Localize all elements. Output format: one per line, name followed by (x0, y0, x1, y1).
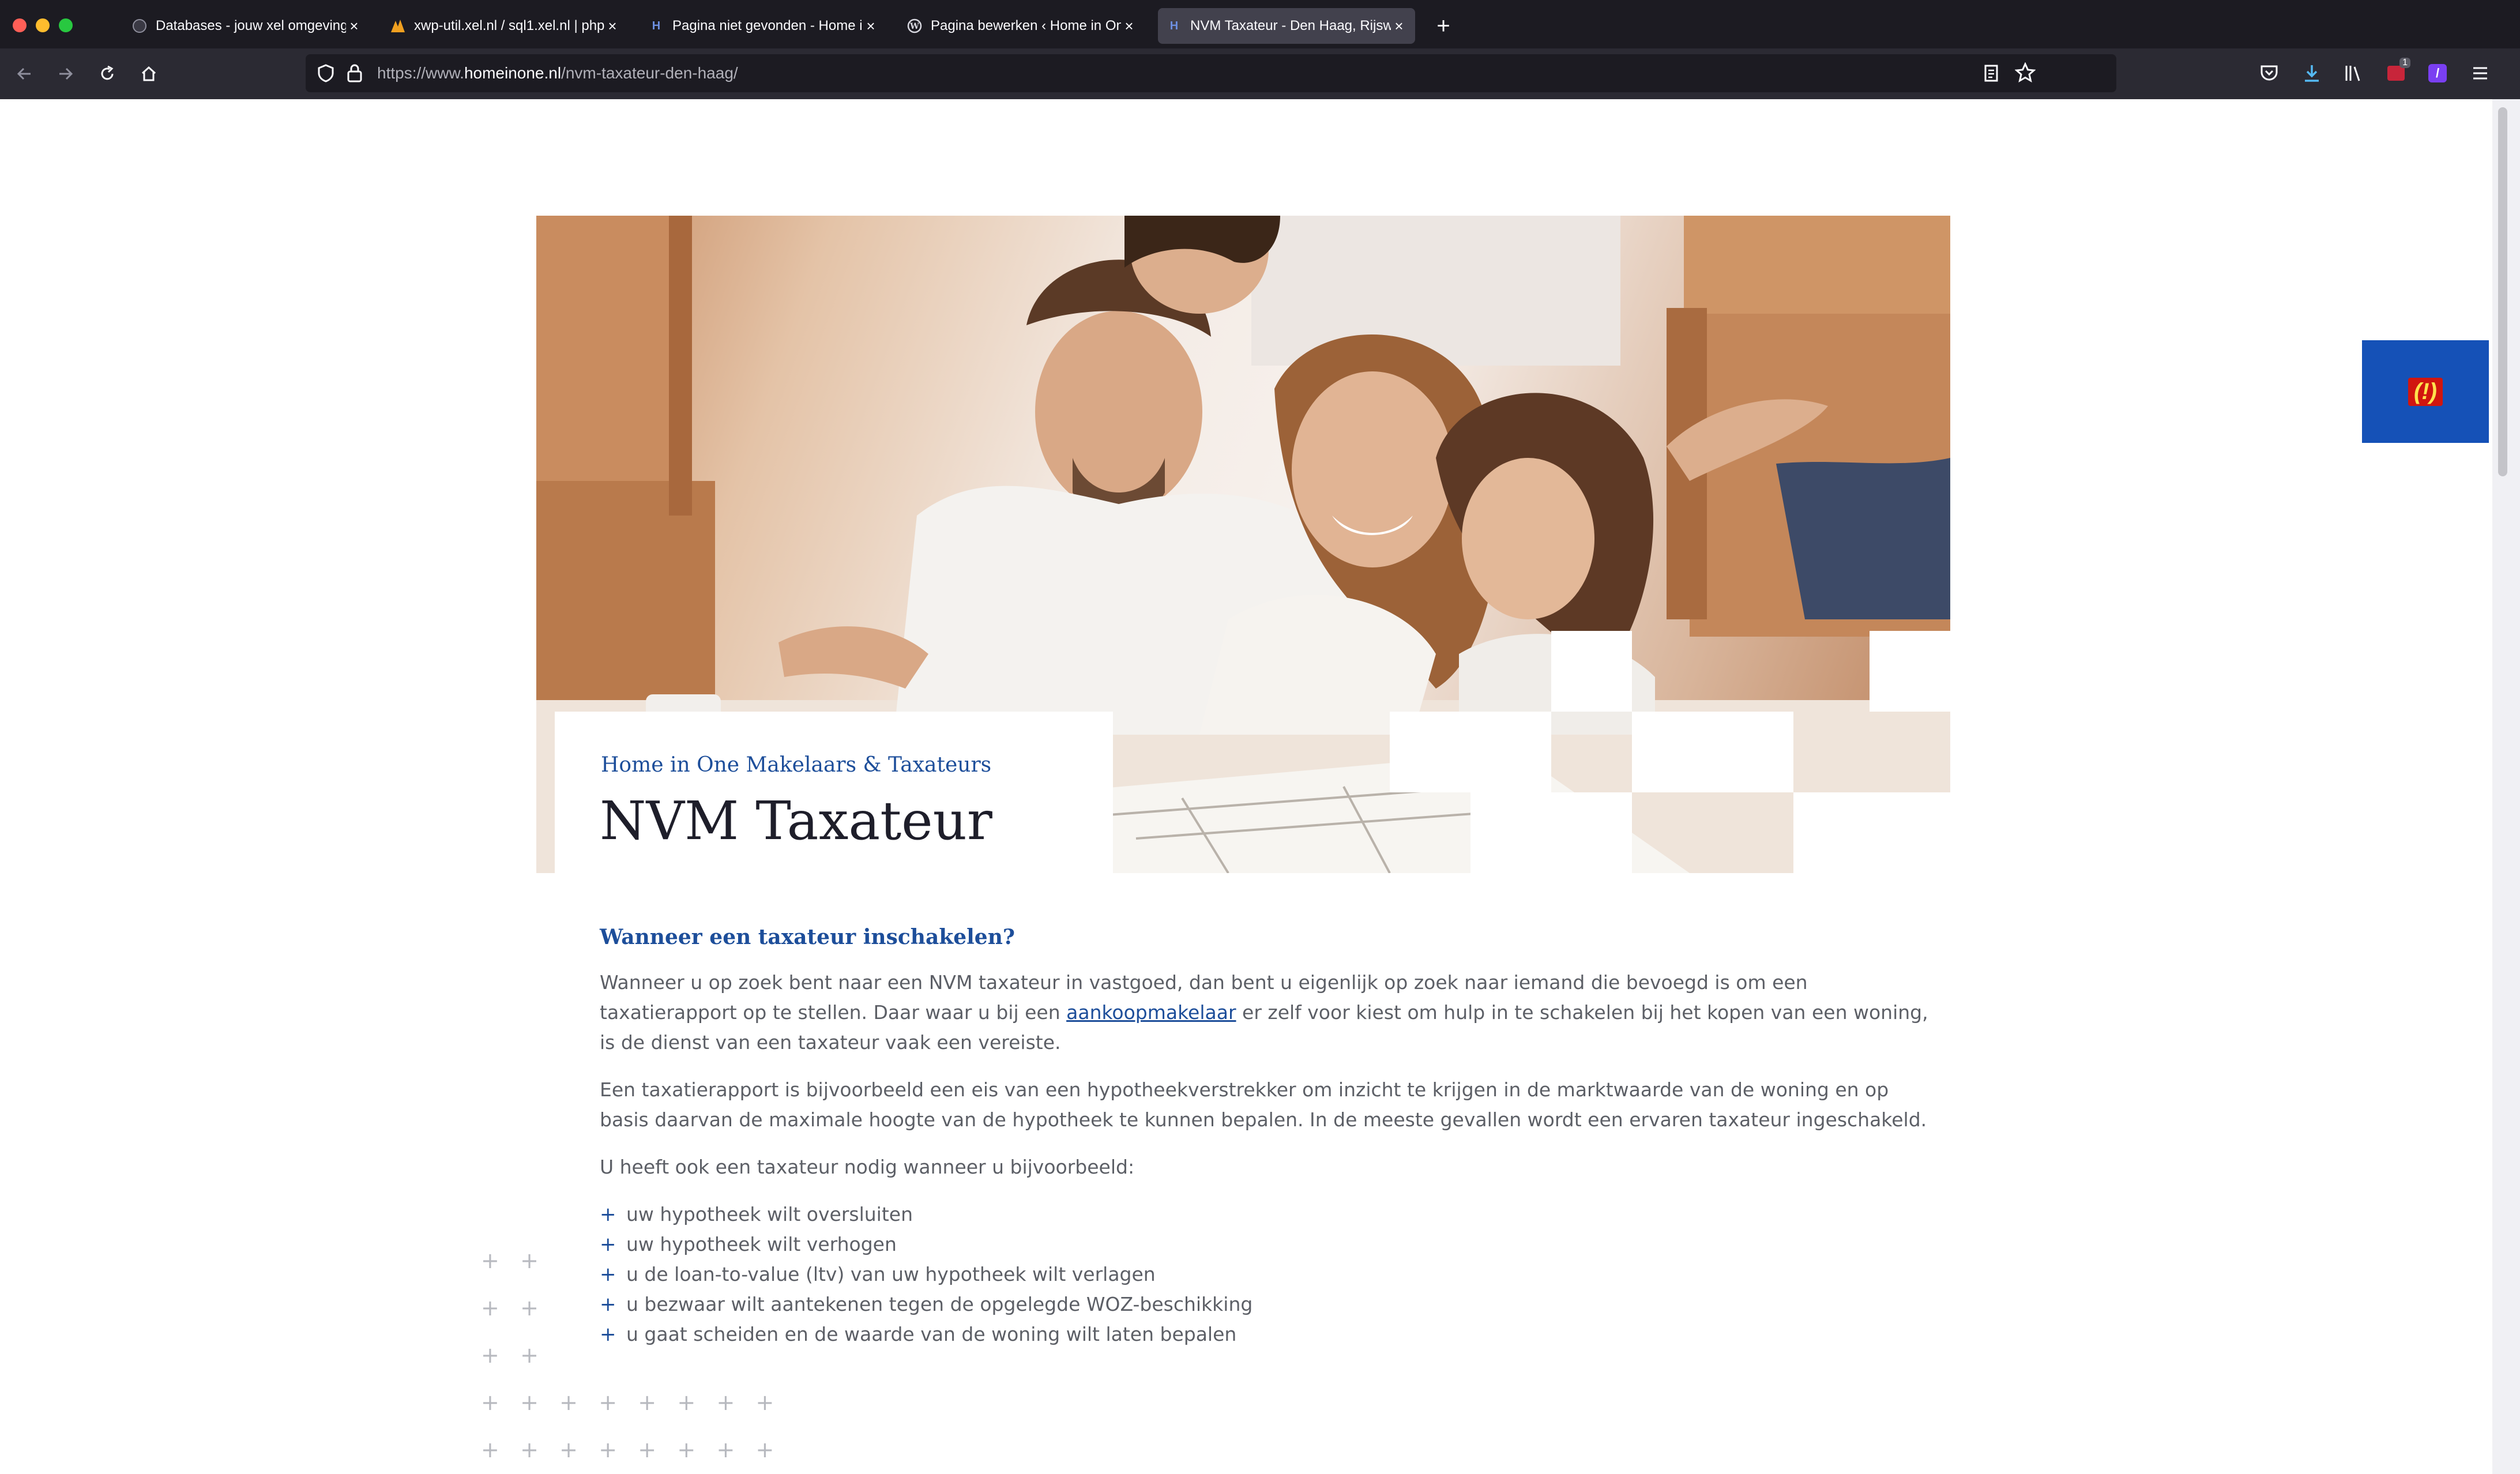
tab-title: NVM Taxateur - Den Haag, Rijsw (1190, 18, 1391, 33)
back-button[interactable] (9, 59, 39, 89)
extension-icon[interactable]: 1 (2382, 58, 2410, 88)
reader-view-icon[interactable] (1983, 63, 2000, 86)
wordpress-icon: W (907, 18, 923, 34)
tab-wordpress-edit[interactable]: W Pagina bewerken ‹ Home in One × (898, 8, 1145, 44)
plus-bullet-icon: + (600, 1323, 616, 1346)
downloads-icon[interactable] (2297, 59, 2326, 88)
svg-text:W: W (909, 22, 919, 31)
taxatierapport-paragraph: Een taxatierapport is bijvoorbeeld een e… (600, 1078, 1927, 1131)
tab-page-not-found[interactable]: H Pagina niet gevonden - Home in On × (640, 8, 887, 44)
tab-close-icon[interactable]: × (1391, 17, 1407, 35)
tab-title: Pagina niet gevonden - Home in On (672, 18, 863, 33)
reload-button[interactable] (92, 59, 122, 89)
plus-bullet-icon: + (600, 1233, 616, 1256)
list-item: + u bezwaar wilt aantekenen tegen de opge… (600, 1289, 1938, 1319)
list-intro-paragraph: U heeft ook een taxateur nodig wanneer u… (600, 1156, 1135, 1178)
tab-nvm-taxateur[interactable]: H NVM Taxateur - Den Haag, Rijsw × (1158, 8, 1415, 44)
tab-databases[interactable]: Databases - jouw xel omgeving × (123, 8, 370, 44)
tab-title: Databases - jouw xel omgeving (156, 18, 346, 33)
plus-bullet-icon: + (600, 1293, 616, 1316)
library-icon[interactable] (2339, 59, 2368, 88)
home-icon (141, 66, 156, 81)
menu-icon[interactable] (2466, 59, 2495, 88)
hero-subtitle: Home in One Makelaars & Taxateurs (601, 753, 992, 777)
tab-close-icon[interactable]: × (1121, 17, 1137, 35)
lock-icon[interactable] (346, 63, 363, 86)
extension-badge: 1 (2399, 58, 2410, 68)
reload-icon (101, 65, 114, 80)
plus-bullet-icon: + (600, 1263, 616, 1286)
shield-icon[interactable] (316, 63, 336, 86)
page-viewport: Home in One Makelaars & Taxateurs NVM Ta… (0, 99, 2492, 1474)
browser-titlebar: Databases - jouw xel omgeving × xwp-util… (0, 0, 2520, 48)
arrow-left-icon (17, 67, 31, 80)
page-title: NVM Taxateur (600, 790, 992, 852)
aankoopmakelaar-link[interactable]: aankoopmakelaar (1066, 1001, 1236, 1024)
window-minimize-button[interactable] (36, 18, 50, 32)
tab-title: Pagina bewerken ‹ Home in One (931, 18, 1121, 33)
page-scrollbar[interactable] (2492, 99, 2520, 1474)
main-content: Wanneer een taxateur inschakelen? Wannee… (600, 925, 1938, 1349)
homeinone-logo-icon: H (652, 19, 661, 32)
new-tab-button[interactable]: + (1429, 13, 1458, 39)
forward-button[interactable] (51, 59, 81, 89)
list-item: + uw hypotheek wilt verhogen (600, 1229, 1938, 1259)
window-close-button[interactable] (13, 18, 27, 32)
list-item: + uw hypotheek wilt oversluiten (600, 1199, 1938, 1229)
reasons-list: + uw hypotheek wilt oversluiten + uw hypot… (600, 1199, 1938, 1349)
tab-close-icon[interactable]: × (604, 17, 620, 35)
list-item: + u de loan-to-value (ltv) van uw hypothe… (600, 1259, 1938, 1289)
window-maximize-button[interactable] (59, 18, 73, 32)
vpn-extension-icon[interactable]: / (2423, 59, 2452, 88)
tab-title: xwp-util.xel.nl / sql1.xel.nl | php (414, 18, 604, 33)
section-heading: Wanneer een taxateur inschakelen? (600, 925, 1015, 949)
globe-icon (131, 18, 148, 34)
plus-bullet-icon: + (600, 1203, 616, 1226)
scrollbar-thumb[interactable] (2498, 107, 2507, 476)
list-item: + u gaat scheiden en de waarde van de won… (600, 1319, 1938, 1349)
feedback-label: (!) (2408, 377, 2443, 406)
home-button[interactable] (134, 59, 164, 89)
pocket-icon[interactable] (2255, 59, 2284, 88)
tab-phpmyadmin[interactable]: xwp-util.xel.nl / sql1.xel.nl | php × (382, 8, 629, 44)
feedback-button[interactable]: (!) (2362, 340, 2489, 443)
browser-toolbar: https://www.homeinone.nl/nvm-taxateur-de… (0, 48, 2520, 99)
homeinone-logo-icon: H (1169, 19, 1179, 32)
address-bar[interactable]: https://www.homeinone.nl/nvm-taxateur-de… (306, 54, 2116, 92)
hero-title-card: Home in One Makelaars & Taxateurs NVM Ta… (555, 712, 1113, 873)
arrow-right-icon (59, 67, 73, 80)
intro-paragraph: Wanneer u op zoek bent naar een NVM taxa… (600, 971, 1928, 1054)
tab-close-icon[interactable]: × (346, 17, 362, 35)
tab-close-icon[interactable]: × (863, 17, 879, 35)
phpmyadmin-icon (390, 18, 406, 34)
url-text[interactable]: https://www.homeinone.nl/nvm-taxateur-de… (377, 54, 738, 92)
bookmark-star-icon[interactable] (2014, 62, 2036, 86)
